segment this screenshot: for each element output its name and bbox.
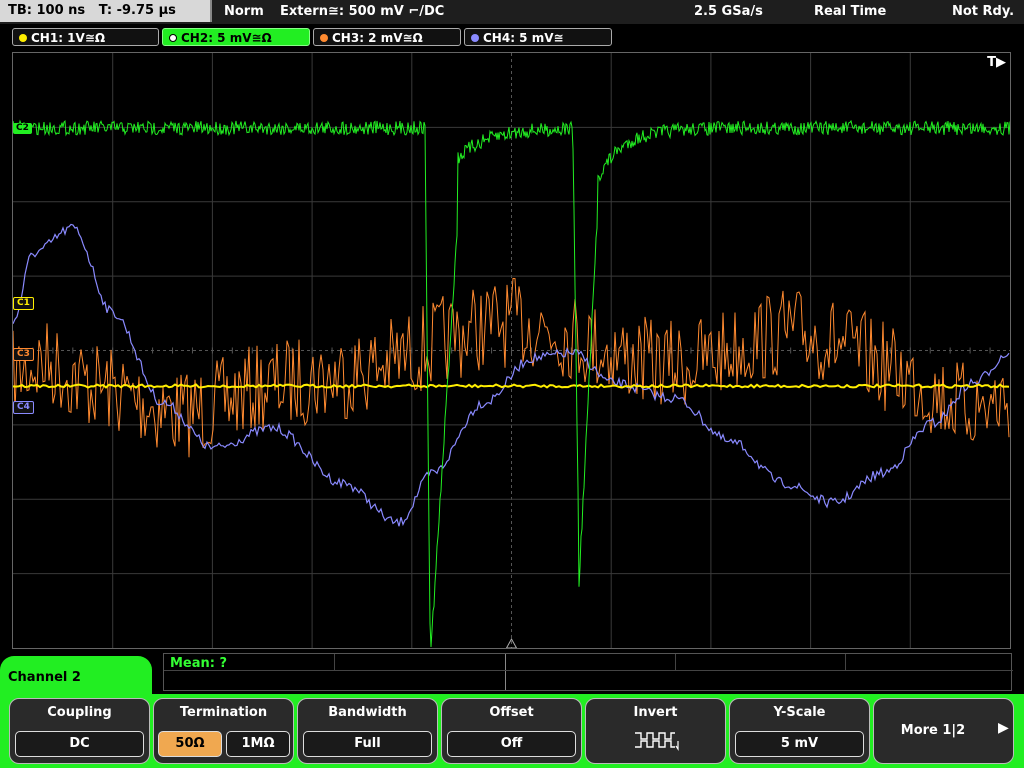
ch2-offset-marker[interactable]: C2	[13, 123, 32, 134]
invert-waveform-icon	[635, 732, 679, 751]
termination-label: Termination	[179, 705, 268, 720]
status-bar: TB: 100 ns T: -9.75 µs Norm Extern≅: 500…	[0, 0, 1024, 24]
bandwidth-softkey[interactable]: Bandwidth Full	[297, 698, 438, 764]
coupling-label: Coupling	[47, 705, 112, 720]
waveform-graticule	[13, 53, 1010, 648]
trigger-time-readout: T: -9.75 µs	[98, 3, 176, 18]
bandwidth-value: Full	[303, 731, 432, 757]
termination-50ohm-option[interactable]: 50Ω	[158, 731, 222, 757]
ch4-offset-marker[interactable]: C4	[13, 401, 34, 414]
termination-softkey[interactable]: Termination 50Ω 1MΩ	[153, 698, 294, 764]
bandwidth-label: Bandwidth	[328, 705, 407, 720]
y-scale-value: 5 mV	[735, 731, 864, 757]
mean-measurement: Mean: ?	[170, 656, 228, 671]
channel-3-button[interactable]: CH3: 2 mV≅Ω	[313, 28, 461, 46]
more-softkey[interactable]: More 1|2 ▶	[873, 698, 1014, 764]
ch4-dot-icon	[471, 34, 479, 42]
trigger-source[interactable]: Extern≅: 500 mV ⌐/DC	[280, 0, 444, 24]
ch1-offset-marker[interactable]: C1	[13, 297, 34, 310]
invert-label: Invert	[633, 705, 678, 720]
next-page-icon: ▶	[998, 720, 1009, 736]
y-scale-softkey[interactable]: Y-Scale 5 mV	[729, 698, 870, 764]
offset-label: Offset	[489, 705, 534, 720]
sample-rate: 2.5 GSa/s	[694, 4, 763, 19]
more-label: More 1|2	[900, 723, 966, 738]
ch3-dot-icon	[320, 34, 328, 42]
trigger-position-marker[interactable]: T▶	[987, 55, 1006, 70]
ch2-dot-icon	[169, 34, 177, 42]
channel-2-button[interactable]: CH2: 5 mV≅Ω	[162, 28, 310, 46]
termination-1mohm-option[interactable]: 1MΩ	[226, 731, 290, 757]
channel-2-label: CH2: 5 mV≅Ω	[181, 31, 272, 45]
y-scale-label: Y-Scale	[773, 705, 826, 720]
trigger-mode[interactable]: Norm	[224, 0, 264, 24]
acquisition-mode: Real Time	[814, 4, 887, 19]
waveform-display[interactable]: T▶ C2 C1 C3 C4	[12, 52, 1011, 649]
channel-4-label: CH4: 5 mV≅	[483, 31, 564, 45]
invert-softkey[interactable]: Invert	[585, 698, 726, 764]
timebase-panel[interactable]: TB: 100 ns T: -9.75 µs	[0, 0, 212, 22]
channel-3-label: CH3: 2 mV≅Ω	[332, 31, 423, 45]
timebase-readout: TB: 100 ns	[8, 3, 86, 18]
acquisition-state: Not Rdy.	[952, 4, 1015, 19]
ch3-offset-marker[interactable]: C3	[13, 348, 34, 361]
coupling-softkey[interactable]: Coupling DC	[9, 698, 150, 764]
measurement-row: Mean: ?	[163, 653, 1013, 691]
ch1-dot-icon	[19, 34, 27, 42]
coupling-value: DC	[15, 731, 144, 757]
offset-value: Off	[447, 731, 576, 757]
channel-1-label: CH1: 1V≅Ω	[31, 31, 106, 45]
channel-4-button[interactable]: CH4: 5 mV≅	[464, 28, 612, 46]
channel-1-button[interactable]: CH1: 1V≅Ω	[12, 28, 159, 46]
ch1-waveform	[13, 383, 1010, 389]
offset-softkey[interactable]: Offset Off	[441, 698, 582, 764]
